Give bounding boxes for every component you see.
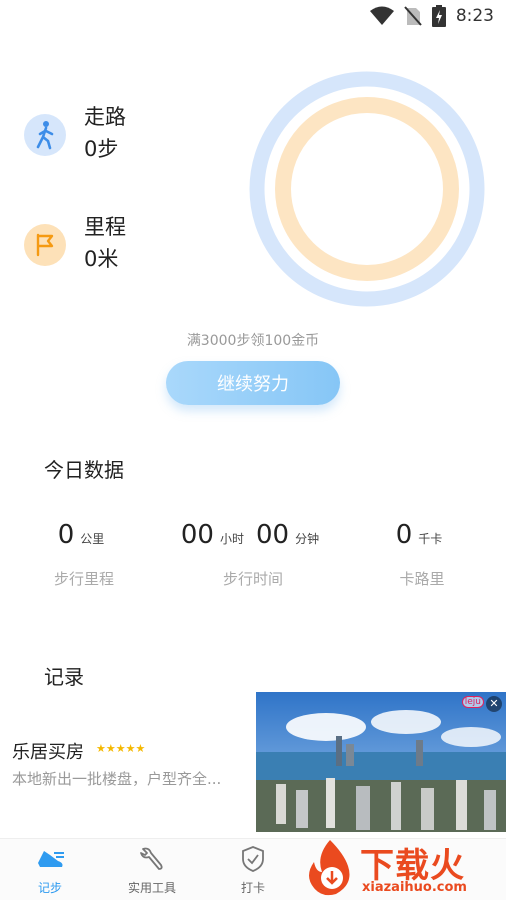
today-calories: 0 千卡 卡路里 bbox=[338, 520, 506, 589]
walk-value: 0步 bbox=[84, 137, 119, 161]
distance-caption: 步行里程 bbox=[53, 570, 114, 588]
records-title: 记录 bbox=[44, 665, 84, 689]
nav-item-steps[interactable]: 记步 bbox=[10, 845, 90, 896]
hours-unit: 小时 bbox=[219, 532, 244, 546]
nav-label-steps: 记步 bbox=[37, 881, 62, 895]
battery-charging-icon bbox=[431, 5, 446, 27]
ad-image[interactable]: leju ✕ bbox=[256, 692, 506, 832]
status-icons: 8:23 bbox=[369, 5, 494, 27]
ad-brand-logo: leju bbox=[461, 696, 484, 708]
continue-button[interactable]: 继续努力 bbox=[166, 361, 340, 405]
step-progress-ring bbox=[249, 71, 485, 307]
watermark-logo: 下载火 xiazaihuo.com bbox=[300, 836, 506, 900]
shoe-icon bbox=[38, 851, 64, 867]
minutes-unit: 分钟 bbox=[295, 532, 320, 546]
wrench-icon bbox=[140, 847, 163, 870]
watermark-url: xiazaihuo.com bbox=[362, 880, 467, 895]
calories-value: 0 bbox=[395, 520, 413, 550]
hours-value: 00 bbox=[180, 520, 214, 550]
mileage-value: 0米 bbox=[84, 247, 119, 271]
no-sim-icon bbox=[404, 6, 422, 26]
ad-close-icon[interactable]: ✕ bbox=[486, 696, 502, 712]
city-skyline-image bbox=[256, 692, 506, 832]
calories-caption: 卡路里 bbox=[399, 570, 445, 588]
today-time: 00 小时 00 分钟 步行时间 bbox=[169, 520, 337, 589]
walk-icon bbox=[24, 114, 66, 156]
fire-logo-icon bbox=[309, 840, 350, 896]
nav-label-tools: 实用工具 bbox=[127, 881, 176, 895]
distance-value: 0 bbox=[57, 520, 75, 550]
calories-unit: 千卡 bbox=[418, 532, 443, 546]
walk-label: 走路 bbox=[84, 105, 126, 129]
wifi-icon bbox=[369, 6, 394, 25]
distance-unit: 公里 bbox=[80, 532, 105, 546]
ad-title[interactable]: 乐居买房 bbox=[12, 738, 84, 764]
ad-rating-stars: ★★★★★ bbox=[96, 742, 146, 755]
status-bar: 8:23 bbox=[0, 0, 506, 34]
minutes-value: 00 bbox=[256, 520, 290, 550]
nav-label-checkin: 打卡 bbox=[240, 881, 265, 895]
today-distance: 0 公里 步行里程 bbox=[0, 520, 168, 589]
goal-text: 满3000步领100金币 bbox=[186, 333, 320, 349]
time-caption: 步行时间 bbox=[222, 570, 283, 588]
today-title: 今日数据 bbox=[44, 458, 124, 482]
flag-icon bbox=[24, 224, 66, 266]
nav-item-checkin[interactable]: 打卡 bbox=[213, 845, 293, 896]
nav-item-tools[interactable]: 实用工具 bbox=[112, 845, 192, 896]
status-time: 8:23 bbox=[455, 6, 494, 26]
walk-stat: 走路 0步 bbox=[24, 102, 126, 166]
mileage-label: 里程 bbox=[84, 215, 126, 239]
mileage-stat: 里程 0米 bbox=[24, 212, 126, 276]
shield-check-icon bbox=[242, 846, 264, 872]
ad-description[interactable]: 本地新出一批楼盘，户型齐全... bbox=[12, 768, 221, 789]
